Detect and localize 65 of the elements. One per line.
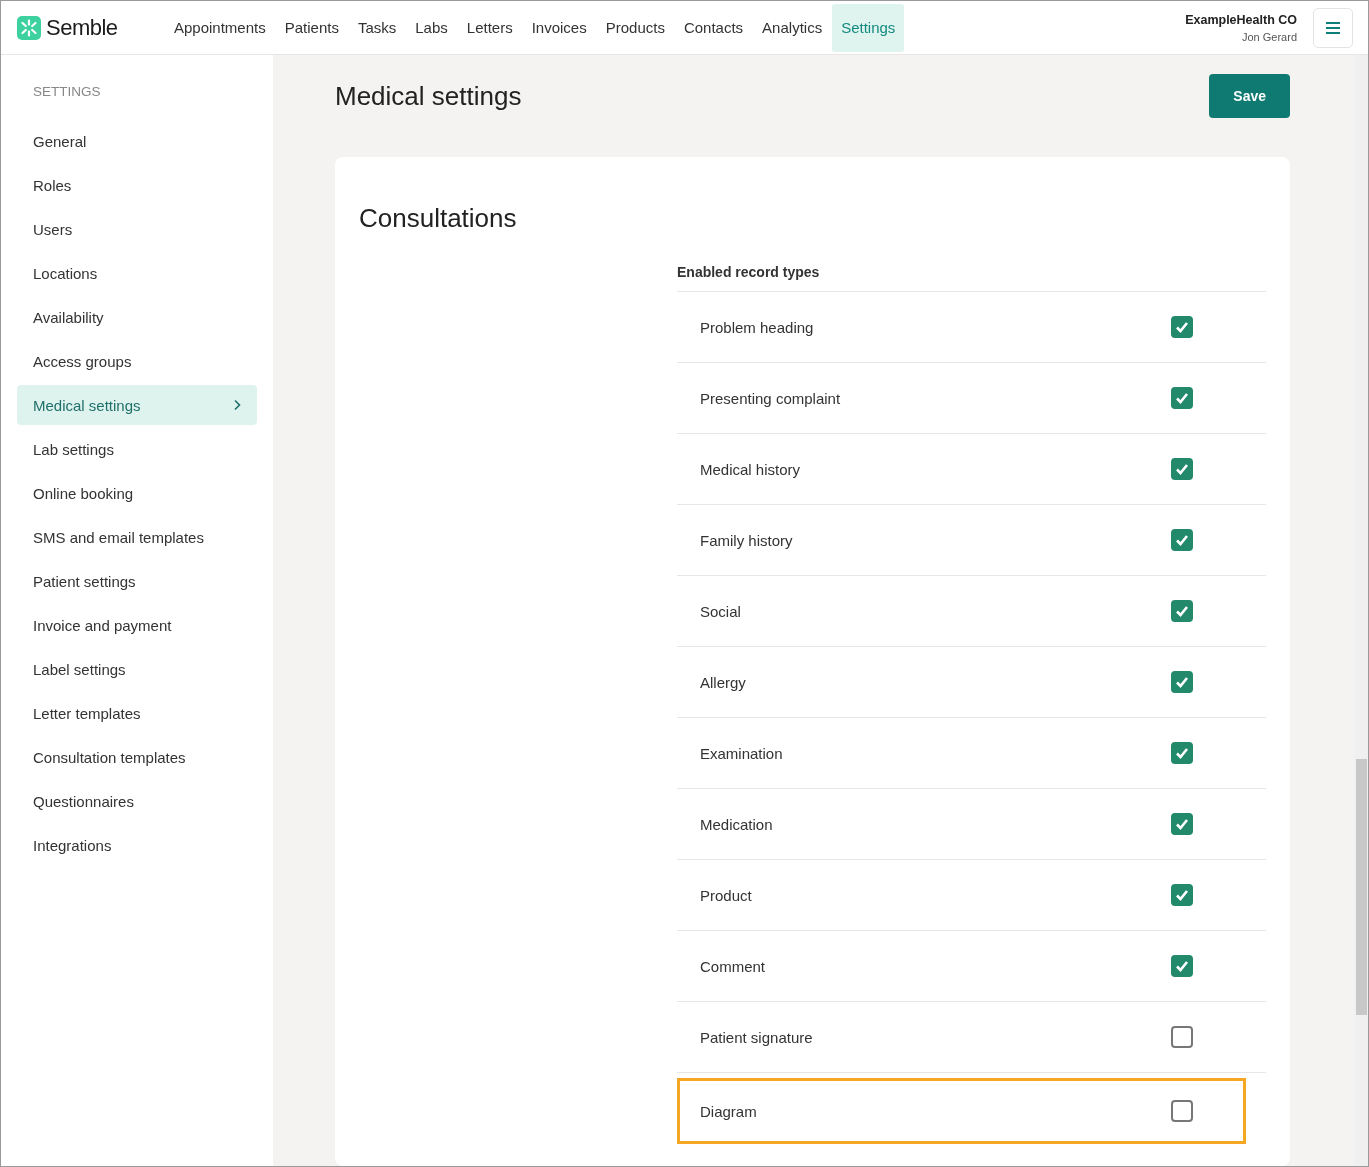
page-title: Medical settings (335, 80, 522, 112)
nav-tab[interactable]: Settings (832, 3, 905, 52)
nav-tab[interactable]: Contacts (674, 3, 753, 52)
sidebar-item[interactable]: Label settings (17, 649, 257, 689)
checkbox[interactable] (1171, 671, 1193, 693)
sidebar-item[interactable]: Consultation templates (17, 737, 257, 777)
record-type-label: Patient signature (700, 1028, 813, 1046)
sidebar-item[interactable]: Letter templates (17, 693, 257, 733)
record-type-label: Family history (700, 531, 793, 549)
sidebar-item[interactable]: Patient settings (17, 561, 257, 601)
sidebar-item[interactable]: General (17, 121, 257, 161)
sidebar-item[interactable]: Medical settings (17, 385, 257, 425)
checkbox[interactable] (1171, 529, 1193, 551)
record-type-label: Product (700, 886, 752, 904)
sidebar-item[interactable]: Users (17, 209, 257, 249)
checkbox[interactable] (1171, 955, 1193, 977)
nav-tab[interactable]: Tasks (348, 3, 406, 52)
nav-tab[interactable]: Appointments (165, 3, 275, 52)
save-button[interactable]: Save (1209, 74, 1290, 118)
sidebar-item[interactable]: Roles (17, 165, 257, 205)
checkbox[interactable] (1171, 600, 1193, 622)
sidebar-item[interactable]: Integrations (17, 825, 257, 865)
checkbox[interactable] (1171, 813, 1193, 835)
menu-icon (1326, 21, 1340, 34)
logo-icon (17, 15, 41, 40)
checkbox[interactable] (1171, 1026, 1193, 1048)
scrollbar-thumb[interactable] (1356, 759, 1367, 1015)
nav-tab[interactable]: Labs (406, 3, 457, 52)
checkbox[interactable] (1171, 387, 1193, 409)
nav-tab[interactable]: Products (596, 3, 674, 52)
sidebar-heading: SETTINGS (32, 84, 102, 99)
record-type-label: Presenting complaint (700, 389, 841, 407)
sidebar-item[interactable]: SMS and email templates (17, 517, 257, 557)
checkbox[interactable] (1171, 1100, 1193, 1122)
sidebar-item[interactable]: Questionnaires (17, 781, 257, 821)
sidebar-item[interactable]: Access groups (17, 341, 257, 381)
nav-tab[interactable]: Invoices (522, 3, 596, 52)
checkbox[interactable] (1171, 316, 1193, 338)
section-title: Consultations (359, 203, 518, 234)
record-type-label: Comment (700, 957, 766, 975)
record-type-label: Diagram (700, 1102, 757, 1120)
record-type-label: Problem heading (700, 318, 814, 336)
menu-button[interactable] (1313, 7, 1353, 48)
sidebar-item[interactable]: Locations (17, 253, 257, 293)
nav-tab[interactable]: Letters (457, 3, 522, 52)
checkbox[interactable] (1171, 458, 1193, 480)
user-name: Jon Gerard (1241, 30, 1297, 43)
record-type-label: Allergy (700, 673, 746, 691)
nav-tab[interactable]: Analytics (753, 3, 832, 52)
nav-tab[interactable]: Patients (275, 3, 348, 52)
list-label: Enabled record types (677, 264, 1266, 292)
sidebar-item[interactable]: Invoice and payment (17, 605, 257, 645)
record-type-label: Medication (700, 815, 773, 833)
organisation-name: ExampleHealth CO (1185, 12, 1297, 27)
checkbox[interactable] (1171, 884, 1193, 906)
record-type-label: Examination (700, 744, 783, 762)
checkbox[interactable] (1171, 742, 1193, 764)
sidebar-item[interactable]: Availability (17, 297, 257, 337)
chevron-right-icon (233, 399, 241, 411)
sidebar-item[interactable]: Online booking (17, 473, 257, 513)
scrollbar[interactable] (1354, 55, 1368, 1166)
record-type-label: Medical history (700, 460, 801, 478)
record-type-label: Social (700, 602, 741, 620)
brand-name: Semble (46, 14, 118, 41)
sidebar-item[interactable]: Lab settings (17, 429, 257, 469)
